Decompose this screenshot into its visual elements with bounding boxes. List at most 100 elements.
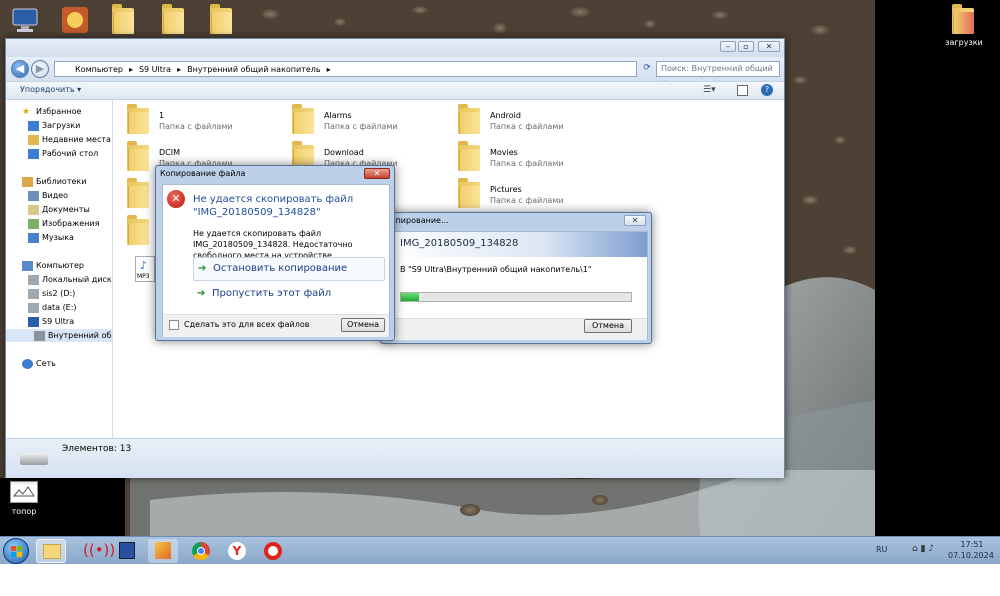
nav-label: Внутренний общи [48, 331, 112, 340]
chevron-right-icon[interactable]: ▸ [327, 65, 331, 74]
nav-label: data (E:) [42, 303, 77, 312]
tray-icons[interactable]: ⌂ ▮ ♪ [912, 544, 934, 554]
wifi-icon: ((•)) [83, 541, 116, 559]
explorer-taskbar-button[interactable] [36, 539, 66, 563]
address-bar[interactable]: Компьютер ▸ S9 Ultra ▸ Внутренний общий на… [54, 61, 637, 77]
minimize-button[interactable]: – [720, 41, 736, 52]
breadcrumb-item[interactable]: Компьютер [75, 65, 123, 74]
folder-icon [127, 178, 149, 208]
yandex-taskbar-button[interactable]: Y [222, 539, 252, 563]
nav-label: Недавние места [42, 135, 111, 144]
copy-progress-dialog: Копирование... ✕ IMG_20180509_134828 В "… [380, 212, 652, 344]
view-options-icon[interactable]: ☰▾ [703, 85, 716, 95]
folder-icon[interactable] [210, 4, 232, 34]
nav-internal-storage[interactable]: Внутренний общи [6, 329, 112, 342]
folder-item[interactable]: Android Папка с файлами [444, 102, 599, 136]
recent-places-icon [28, 134, 39, 145]
start-button[interactable] [3, 538, 29, 564]
storage-icon [34, 330, 45, 341]
downloads-folder-icon[interactable] [952, 4, 974, 34]
nav-network[interactable]: Сеть [22, 357, 112, 370]
folder-icon[interactable] [112, 4, 134, 34]
chevron-right-icon[interactable]: ▸ [177, 65, 181, 74]
cancel-button[interactable]: Отмена [341, 318, 385, 332]
nav-computer[interactable]: Компьютер [22, 259, 112, 272]
forward-button[interactable]: ▶ [31, 60, 49, 78]
status-bar: Элементов: 13 [6, 438, 784, 478]
titlebar[interactable]: – ▫ ✕ [6, 39, 784, 57]
folder-item[interactable]: Alarms Папка с файлами [278, 102, 433, 136]
nav-label: Изображения [42, 219, 100, 228]
drive-icon [28, 288, 39, 299]
close-button[interactable]: ✕ [364, 168, 390, 179]
computer-icon[interactable] [10, 5, 40, 35]
folder-item[interactable]: Pictures Папка с файлами [444, 176, 599, 210]
back-button[interactable]: ◀ [11, 60, 29, 78]
downloads-icon [28, 120, 39, 131]
app-taskbar-button[interactable] [148, 539, 178, 563]
nav-recent[interactable]: Недавние места [28, 133, 112, 146]
folder-icon [127, 141, 149, 171]
image-file-icon[interactable] [10, 481, 38, 503]
error-heading: Не удается скопировать файл "IMG_2018050… [193, 194, 354, 218]
folder-icon[interactable] [162, 4, 184, 34]
nav-downloads[interactable]: Загрузки [28, 119, 112, 132]
nav-label: Компьютер [36, 261, 84, 270]
skip-file-option[interactable]: ➔ Пропустить этот файл [193, 284, 385, 306]
language-indicator[interactable]: RU [876, 545, 887, 554]
clock-time[interactable]: 17:51 [952, 540, 992, 549]
nav-label: sis2 (D:) [42, 289, 76, 298]
desktop-icon-label: загрузки [945, 38, 983, 47]
chevron-right-icon[interactable]: ▸ [129, 65, 133, 74]
mp3-file-icon[interactable]: ♪ MP3 [135, 256, 155, 282]
folder-name: 1 [159, 111, 165, 120]
breadcrumb-item[interactable]: Внутренний общий накопитель [187, 65, 321, 74]
folder-name: Android [490, 111, 521, 120]
preview-pane-icon[interactable] [737, 85, 748, 96]
cancel-button[interactable]: Отмена [584, 319, 632, 333]
nav-label: Библиотеки [36, 177, 87, 186]
nav-video[interactable]: Видео [28, 189, 112, 202]
app-icon[interactable] [60, 5, 90, 35]
wifi-taskbar-button[interactable]: ((•)) [76, 539, 115, 563]
nav-libraries[interactable]: Библиотеки [22, 175, 112, 188]
folder-icon [458, 178, 480, 208]
save-taskbar-button[interactable] [112, 539, 142, 563]
close-button[interactable]: ✕ [624, 215, 646, 226]
dialog-body: ✕ Не удается скопировать файл "IMG_20180… [162, 184, 390, 337]
nav-favorites[interactable]: ★ Избранное [22, 105, 112, 118]
progress-fill [401, 293, 420, 301]
chrome-taskbar-button[interactable] [186, 539, 216, 563]
drive-icon [28, 274, 39, 285]
breadcrumb-item[interactable]: S9 Ultra [139, 65, 171, 74]
folder-icon [127, 215, 149, 245]
apply-all-checkbox[interactable] [169, 320, 179, 330]
maximize-button[interactable]: ▫ [738, 41, 754, 52]
folder-item[interactable]: 1 Папка с файлами [113, 102, 268, 136]
refresh-icon[interactable]: ⟳ [641, 61, 653, 77]
search-input[interactable]: Поиск: Внутренний общий н... [656, 61, 780, 87]
folder-desc: Папка с файлами [159, 122, 233, 131]
organize-button[interactable]: Упорядочить ▾ [20, 85, 81, 94]
nav-drive-e[interactable]: data (E:) [28, 301, 112, 314]
folder-icon [458, 104, 480, 134]
close-button[interactable]: ✕ [758, 41, 780, 52]
star-icon: ★ [22, 106, 31, 117]
help-icon[interactable]: ? [761, 84, 773, 96]
nav-music[interactable]: Музыка [28, 231, 112, 244]
folder-name: Pictures [490, 185, 522, 194]
nav-drive-d[interactable]: sis2 (D:) [28, 287, 112, 300]
nav-s9-ultra[interactable]: S9 Ultra [28, 315, 112, 328]
nav-drive-c[interactable]: Локальный диск (C:) [28, 273, 112, 286]
stop-copy-option[interactable]: ➔ Остановить копирование [193, 257, 385, 281]
storage-icon [20, 453, 48, 465]
arrow-right-icon: ➔ [197, 288, 206, 299]
folder-item[interactable]: Movies Папка с файлами [444, 139, 599, 173]
nav-documents[interactable]: Документы [28, 203, 112, 216]
nav-desktop[interactable]: Рабочий стол [28, 147, 112, 160]
clock-date[interactable]: 07.10.2024 [948, 551, 994, 560]
nav-pictures[interactable]: Изображения [28, 217, 112, 230]
black-region [875, 0, 1000, 536]
opera-taskbar-button[interactable] [258, 539, 288, 563]
library-icon [22, 176, 33, 187]
